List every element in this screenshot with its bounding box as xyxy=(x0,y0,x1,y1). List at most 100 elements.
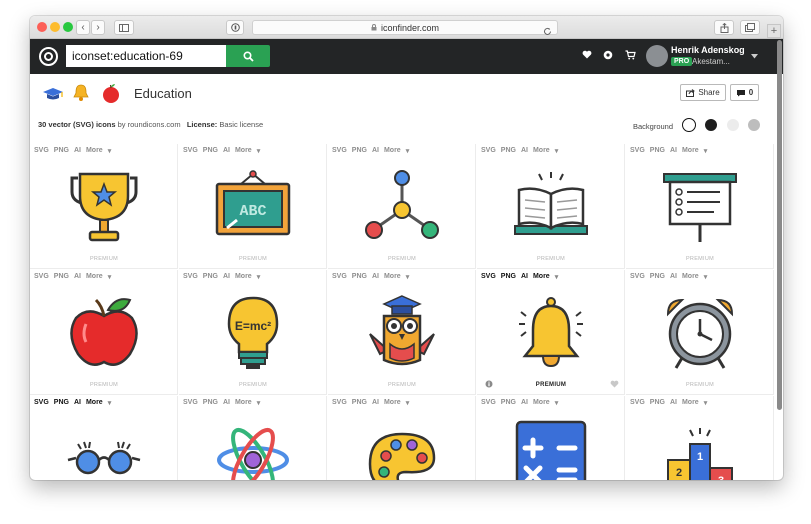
format-more[interactable]: More xyxy=(86,399,103,407)
format-more[interactable]: More xyxy=(235,273,252,281)
minimize-window-icon[interactable] xyxy=(50,22,60,32)
format-ai[interactable]: AI xyxy=(223,147,230,155)
format-svg[interactable]: SVG xyxy=(481,273,496,281)
format-more[interactable]: More xyxy=(682,273,699,281)
format-ai[interactable]: AI xyxy=(74,147,81,155)
icon-card[interactable]: SVG PNG AI More ▾ PREMIUM xyxy=(30,144,178,269)
format-png[interactable]: PNG xyxy=(650,399,665,407)
format-svg[interactable]: SVG xyxy=(481,399,496,407)
share-page-button[interactable] xyxy=(714,20,734,35)
search-input[interactable] xyxy=(66,45,226,67)
icon-card[interactable]: SVG PNG AI More ▾ xyxy=(30,396,178,480)
format-png[interactable]: PNG xyxy=(203,273,218,281)
format-svg[interactable]: SVG xyxy=(34,399,49,407)
format-more[interactable]: More xyxy=(384,399,401,407)
icon-card[interactable]: SVG PNG AI More ▾ xyxy=(179,396,327,480)
format-ai[interactable]: AI xyxy=(223,273,230,281)
format-png[interactable]: PNG xyxy=(203,399,218,407)
format-ai[interactable]: AI xyxy=(372,273,379,281)
icon-card[interactable]: SVG PNG AI More ▾ xyxy=(328,396,476,480)
format-svg[interactable]: SVG xyxy=(630,399,645,407)
icon-card[interactable]: SVG PNG AI More ▾ PREMIUM xyxy=(626,270,774,395)
format-more[interactable]: More xyxy=(533,147,550,155)
icon-card[interactable]: SVG PNG AI More ▾ 1 2 3 xyxy=(626,396,774,480)
chevron-down-icon[interactable] xyxy=(751,54,758,59)
tabs-button[interactable] xyxy=(740,20,760,35)
background-black-swatch[interactable] xyxy=(705,119,717,131)
avatar[interactable] xyxy=(646,45,668,67)
format-svg[interactable]: SVG xyxy=(34,147,49,155)
format-svg[interactable]: SVG xyxy=(332,399,347,407)
share-button[interactable]: Share xyxy=(680,84,726,101)
icon-card[interactable]: SVG PNG AI More ▾ PREMIUM xyxy=(626,144,774,269)
format-ai[interactable]: AI xyxy=(74,273,81,281)
format-more[interactable]: More xyxy=(384,273,401,281)
format-more[interactable]: More xyxy=(86,147,103,155)
format-png[interactable]: PNG xyxy=(54,399,69,407)
collection-icon[interactable] xyxy=(603,50,613,60)
forward-button[interactable]: › xyxy=(91,20,105,35)
license-link[interactable]: Basic license xyxy=(219,120,263,129)
format-more[interactable]: More xyxy=(682,147,699,155)
maximize-window-icon[interactable] xyxy=(63,22,73,32)
format-more[interactable]: More xyxy=(384,147,401,155)
format-more[interactable]: More xyxy=(86,273,103,281)
format-png[interactable]: PNG xyxy=(650,147,665,155)
format-more[interactable]: More xyxy=(533,273,550,281)
background-gray-swatch[interactable] xyxy=(748,119,760,131)
icon-card[interactable]: SVG PNG AI More ▾ ABC PREMIUM xyxy=(179,144,327,269)
format-ai[interactable]: AI xyxy=(670,399,677,407)
user-name[interactable]: Henrik Adenskog xyxy=(671,45,745,55)
cart-icon[interactable] xyxy=(625,50,636,60)
format-svg[interactable]: SVG xyxy=(332,273,347,281)
icon-card[interactable]: SVG PNG AI More ▾ E=mc² PREMIUM xyxy=(179,270,327,395)
format-png[interactable]: PNG xyxy=(352,273,367,281)
iconfinder-logo-icon[interactable] xyxy=(39,47,58,66)
close-window-icon[interactable] xyxy=(37,22,47,32)
background-lightgray-swatch[interactable] xyxy=(727,119,739,131)
icon-card[interactable]: SVG PNG AI More ▾ xyxy=(477,396,625,480)
format-png[interactable]: PNG xyxy=(501,399,516,407)
format-ai[interactable]: AI xyxy=(521,399,528,407)
format-ai[interactable]: AI xyxy=(372,147,379,155)
format-svg[interactable]: SVG xyxy=(481,147,496,155)
format-svg[interactable]: SVG xyxy=(34,273,49,281)
new-tab-button[interactable]: + xyxy=(767,24,781,38)
format-ai[interactable]: AI xyxy=(372,399,379,407)
heart-icon[interactable] xyxy=(582,50,592,59)
back-button[interactable]: ‹ xyxy=(76,20,90,35)
format-png[interactable]: PNG xyxy=(352,147,367,155)
format-png[interactable]: PNG xyxy=(650,273,665,281)
format-svg[interactable]: SVG xyxy=(332,147,347,155)
format-more[interactable]: More xyxy=(533,399,550,407)
format-ai[interactable]: AI xyxy=(521,147,528,155)
format-png[interactable]: PNG xyxy=(54,147,69,155)
icon-card[interactable]: SVG PNG AI More ▾ PREMIUM xyxy=(328,270,476,395)
icon-card-hovered[interactable]: SVG PNG AI More ▾ PREMIUM xyxy=(477,270,625,395)
format-png[interactable]: PNG xyxy=(54,273,69,281)
comments-button[interactable]: 0 xyxy=(730,84,759,101)
address-bar[interactable]: iconfinder.com xyxy=(252,20,558,35)
format-png[interactable]: PNG xyxy=(352,399,367,407)
format-more[interactable]: More xyxy=(235,399,252,407)
format-ai[interactable]: AI xyxy=(670,147,677,155)
privacy-button[interactable] xyxy=(226,20,244,35)
icon-card[interactable]: SVG PNG AI More ▾ PREMIUM xyxy=(328,144,476,269)
background-white-swatch[interactable] xyxy=(682,118,696,132)
format-svg[interactable]: SVG xyxy=(630,147,645,155)
format-ai[interactable]: AI xyxy=(74,399,81,407)
format-more[interactable]: More xyxy=(682,399,699,407)
format-png[interactable]: PNG xyxy=(203,147,218,155)
icon-card[interactable]: SVG PNG AI More ▾ PREMIUM xyxy=(30,270,178,395)
heart-icon[interactable] xyxy=(610,380,619,388)
search-button[interactable] xyxy=(226,45,270,67)
icon-card[interactable]: SVG PNG AI More ▾ PREMIUM xyxy=(477,144,625,269)
format-ai[interactable]: AI xyxy=(223,399,230,407)
author-link[interactable]: by roundicons.com xyxy=(118,120,181,129)
format-svg[interactable]: SVG xyxy=(183,147,198,155)
format-png[interactable]: PNG xyxy=(501,273,516,281)
format-png[interactable]: PNG xyxy=(501,147,516,155)
format-more[interactable]: More xyxy=(235,147,252,155)
format-svg[interactable]: SVG xyxy=(183,399,198,407)
format-ai[interactable]: AI xyxy=(670,273,677,281)
